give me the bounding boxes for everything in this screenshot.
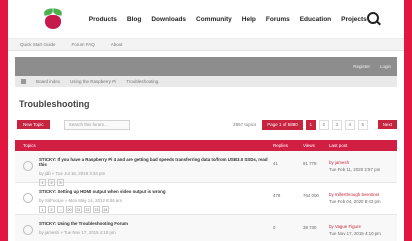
last-post-author[interactable]: by jamesh xyxy=(329,159,397,166)
topic-views: 764 000 xyxy=(303,193,319,198)
breadcrumb-board-index[interactable]: Board index xyxy=(36,79,60,84)
quicklink-quick-start[interactable]: Quick Start Guide xyxy=(20,42,56,47)
topic-page-link[interactable]: 1 xyxy=(39,206,46,213)
topic-title[interactable]: STICKY: Setting up HDMI output when vide… xyxy=(39,189,273,194)
topic-title[interactable]: STICKY: If you have a Raspberry Pi 4 and… xyxy=(39,157,273,167)
register-link[interactable]: Register xyxy=(353,64,370,69)
breadcrumb: Board index Using the Raspberry Pi Troub… xyxy=(15,76,397,87)
menu-item-forums[interactable]: Forums xyxy=(266,16,290,23)
topic-page-link[interactable]: 21 xyxy=(75,206,82,213)
next-page-button[interactable]: Next xyxy=(377,120,397,129)
last-post-author[interactable]: by millerthrough 5ventinet xyxy=(329,191,397,198)
topic-page-link[interactable]: 2 xyxy=(48,206,55,213)
menu-item-education[interactable]: Education xyxy=(300,16,331,23)
topic-page-link[interactable]: 20 xyxy=(66,206,73,213)
page-title: Troubleshooting xyxy=(19,99,90,109)
last-post-date: Tue Feb 04, 2020 8:43 pm xyxy=(329,199,381,204)
page-1[interactable]: 1 xyxy=(305,119,316,130)
topic-pages: 1 2 ... 20 21 22 23 24 xyxy=(39,206,273,213)
topic-last-post: by Vague Figure Tue Nov 17, 2015 4:10 pm xyxy=(329,215,397,237)
raspberry-pi-logo[interactable] xyxy=(42,8,63,30)
menu-item-projects[interactable]: Projects xyxy=(341,16,367,23)
menu-item-products[interactable]: Products xyxy=(89,16,117,23)
breadcrumb-troubleshooting[interactable]: Troubleshooting xyxy=(126,79,158,84)
page-3[interactable]: 3 xyxy=(331,119,342,130)
page-indicator[interactable]: Page 1 of 5880 xyxy=(262,119,303,130)
topic-page-ellipsis: ... xyxy=(57,206,64,213)
table-row[interactable]: STICKY: Setting up HDMI output when vide… xyxy=(15,183,397,215)
page-2[interactable]: 2 xyxy=(318,119,329,130)
menu-item-blog[interactable]: Blog xyxy=(127,16,141,23)
main-menu: Products Blog Downloads Community Help F… xyxy=(89,16,367,23)
user-action-bar: Register Login xyxy=(15,57,397,76)
table-row[interactable]: STICKY: Using the Troubleshooting Forum … xyxy=(15,215,397,241)
last-post-author[interactable]: by Vague Figure xyxy=(329,223,397,230)
topic-meta: by jdb » Tue Jul 16, 2019 3:34 pm xyxy=(39,171,106,176)
home-icon[interactable] xyxy=(21,79,26,84)
pagination: Page 1 of 5880 1 2 3 4 5 xyxy=(262,119,368,130)
topic-views: 91 779 xyxy=(303,161,317,166)
menu-item-help[interactable]: Help xyxy=(242,16,256,23)
header-views: Views xyxy=(303,143,315,148)
header-topics: Topics xyxy=(23,143,36,148)
topic-replies: 478 xyxy=(273,193,281,198)
quicklink-about[interactable]: About xyxy=(111,42,123,47)
topic-meta: by jamesh » Tue Nov 17, 2015 4:10 pm xyxy=(39,230,116,235)
topic-title[interactable]: STICKY: Using the Troubleshooting Forum xyxy=(39,221,273,226)
topic-last-post: by millerthrough 5ventinet Tue Feb 04, 2… xyxy=(329,183,397,205)
topic-status-icon xyxy=(23,193,33,203)
menu-item-community[interactable]: Community xyxy=(196,16,232,23)
topic-replies: 0 xyxy=(273,225,276,230)
new-topic-button[interactable]: New Topic xyxy=(17,120,50,129)
topic-status-icon xyxy=(23,161,33,171)
breadcrumb-using-pi[interactable]: Using the Raspberry Pi xyxy=(70,79,116,84)
forum-page: Products Blog Downloads Community Help F… xyxy=(8,0,404,241)
header-last-post: Last post xyxy=(329,143,348,148)
topics-table-header: Topics Replies Views Last post xyxy=(15,140,397,151)
menu-item-downloads[interactable]: Downloads xyxy=(151,16,186,23)
topic-last-post: by jamesh Tue Feb 11, 2020 2:57 pm xyxy=(329,151,397,173)
top-navigation: Products Blog Downloads Community Help F… xyxy=(8,0,404,39)
berry-icon xyxy=(45,15,61,29)
forum-search-input[interactable]: Search this forum... xyxy=(63,119,130,130)
topic-meta: by SirFooLie » Mon May 14, 2012 8:06 am xyxy=(39,198,122,203)
last-post-date: Tue Feb 11, 2020 2:57 pm xyxy=(329,167,381,172)
topic-replies: 41 xyxy=(273,161,278,166)
topics-list: STICKY: If you have a Raspberry Pi 4 and… xyxy=(8,151,404,241)
search-icon[interactable] xyxy=(366,12,381,26)
forum-actions: New Topic Search this forum... 2857 topi… xyxy=(17,119,397,130)
last-post-date: Tue Nov 17, 2015 4:10 pm xyxy=(329,231,381,236)
login-link[interactable]: Login xyxy=(380,64,391,69)
page-5[interactable]: 5 xyxy=(357,119,368,130)
header-replies: Replies xyxy=(273,143,289,148)
topic-status-icon xyxy=(23,225,33,235)
topic-page-link[interactable]: 24 xyxy=(102,206,109,213)
quick-links-bar: Quick Start Guide Forum FAQ About xyxy=(8,39,404,51)
quicklink-faq[interactable]: Forum FAQ xyxy=(72,42,95,47)
table-row[interactable]: STICKY: If you have a Raspberry Pi 4 and… xyxy=(15,151,397,186)
page-4[interactable]: 4 xyxy=(344,119,355,130)
topic-views: 38 730 xyxy=(303,225,317,230)
topic-page-link[interactable]: 23 xyxy=(93,206,100,213)
topics-count: 2857 topics xyxy=(233,122,257,127)
search-icon-handle xyxy=(375,20,381,26)
topic-page-link[interactable]: 22 xyxy=(84,206,91,213)
